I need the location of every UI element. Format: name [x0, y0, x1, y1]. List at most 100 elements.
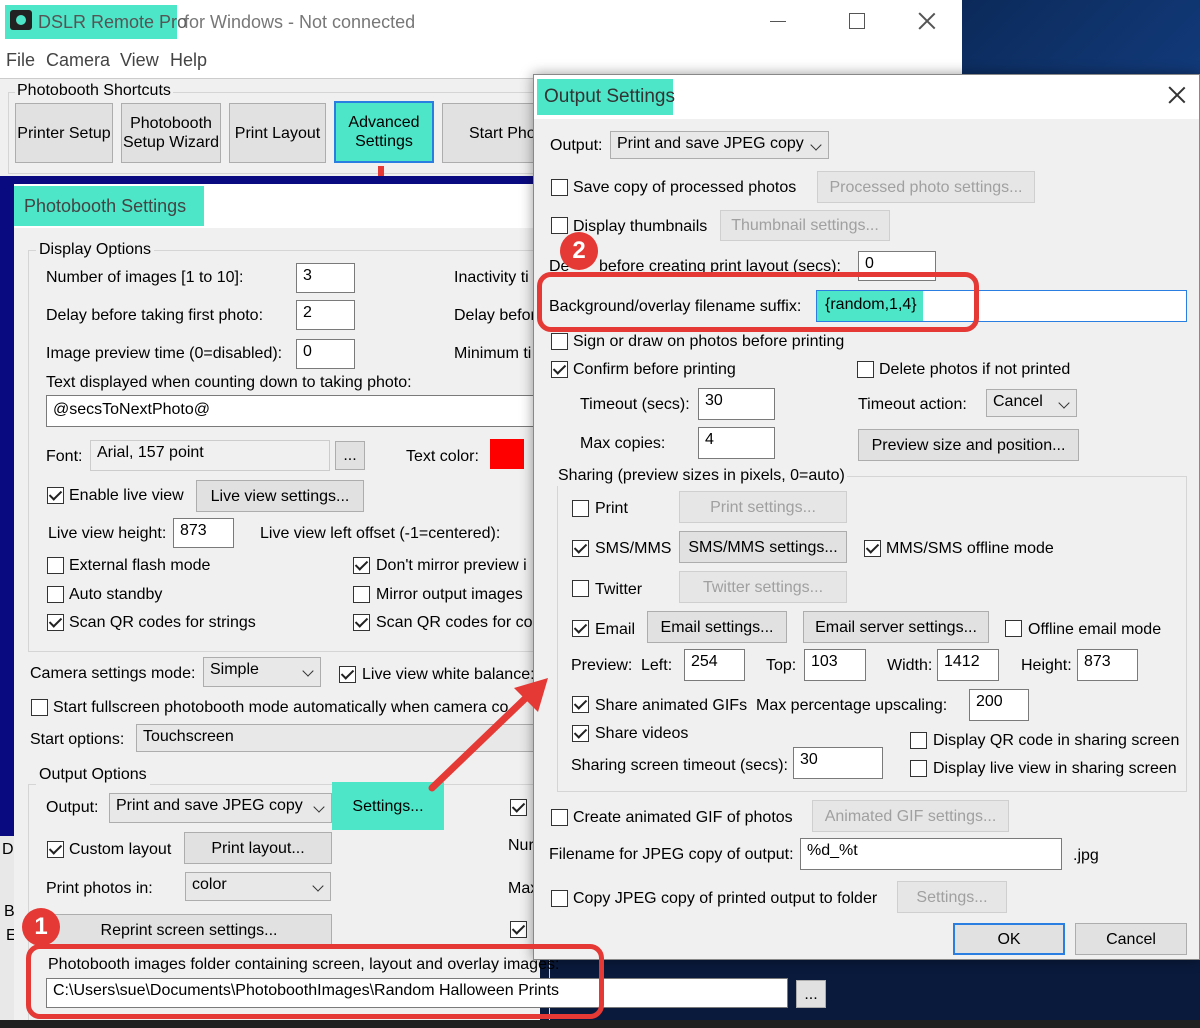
create-gif-checkbox[interactable] [551, 809, 568, 826]
menu-help[interactable]: Help [170, 50, 207, 70]
output-dropdown[interactable]: Print and save JPEG copy [109, 793, 332, 823]
text-color-swatch[interactable] [490, 439, 524, 469]
sharing-timeout-input[interactable]: 30 [793, 747, 883, 779]
font-browse-button[interactable]: ... [335, 441, 365, 470]
filename-input[interactable]: %d_%t [800, 838, 1062, 870]
copy-settings-button[interactable]: Settings... [897, 881, 1007, 913]
print-layout-button[interactable]: Print Layout [229, 103, 326, 163]
mirror-output-checkbox[interactable] [353, 586, 370, 603]
right-checkbox-1[interactable] [510, 799, 527, 816]
display-options-label: Display Options [36, 240, 155, 260]
display-live-checkbox[interactable] [910, 760, 927, 777]
display-qr-checkbox[interactable] [910, 732, 927, 749]
menu-camera[interactable]: Camera [46, 50, 110, 70]
start-fullscreen-checkbox[interactable] [31, 699, 48, 716]
text-color-label: Text color: [406, 448, 479, 465]
sms-offline-label: MMS/SMS offline mode [886, 540, 1054, 557]
twitter-checkbox[interactable] [572, 580, 589, 597]
timeout-action-dropdown[interactable]: Cancel [986, 389, 1077, 417]
print-label: Print [595, 500, 628, 517]
email-checkbox[interactable] [572, 620, 589, 637]
maximize-icon[interactable] [849, 13, 865, 29]
custom-layout-checkbox[interactable] [47, 841, 64, 858]
email-server-settings-button[interactable]: Email server settings... [803, 611, 989, 643]
dialog-close-icon[interactable] [1166, 84, 1188, 106]
arrow-to-dialog-annotation [428, 678, 548, 792]
chevron-down-icon [312, 880, 324, 892]
processed-photo-settings-button[interactable]: Processed photo settings... [817, 171, 1035, 203]
external-flash-checkbox[interactable] [47, 557, 64, 574]
start-options-value: Touchscreen [143, 728, 234, 745]
sign-draw-checkbox[interactable] [551, 333, 568, 350]
delay-first-input[interactable]: 2 [296, 300, 355, 330]
preview-size-button[interactable]: Preview size and position... [858, 429, 1079, 461]
ok-button[interactable]: OK [953, 923, 1065, 955]
num-images-input[interactable]: 3 [296, 263, 355, 293]
sms-offline-checkbox[interactable] [864, 540, 881, 557]
height-input[interactable]: 873 [1077, 649, 1138, 681]
live-view-settings-button[interactable]: Live view settings... [196, 480, 364, 512]
printer-setup-button[interactable]: Printer Setup [15, 103, 113, 163]
start-photobooth-button[interactable]: Start Pho [442, 103, 540, 163]
height-label: Height: [1021, 657, 1072, 674]
left-input[interactable]: 254 [684, 649, 745, 681]
minimize-icon[interactable] [770, 21, 786, 22]
live-view-height-input[interactable]: 873 [173, 518, 234, 548]
os-output-label: Output: [550, 137, 603, 154]
twitter-settings-button[interactable]: Twitter settings... [679, 571, 847, 603]
timeout-input[interactable]: 30 [698, 388, 775, 420]
max-copies-label: Max copies: [580, 435, 666, 452]
animated-gif-settings-button[interactable]: Animated GIF settings... [812, 800, 1009, 832]
print-photos-dropdown[interactable]: color [185, 872, 331, 901]
dont-mirror-checkbox[interactable] [353, 557, 370, 574]
close-icon[interactable] [916, 10, 938, 32]
live-view-wb-checkbox[interactable] [339, 666, 356, 683]
delete-not-printed-checkbox[interactable] [857, 361, 874, 378]
dont-mirror-label: Don't mirror preview i [376, 557, 527, 574]
print-settings-button[interactable]: Print settings... [679, 491, 847, 523]
sms-checkbox[interactable] [572, 540, 589, 557]
share-videos-checkbox[interactable] [572, 725, 589, 742]
menu-file[interactable]: File [6, 50, 35, 70]
auto-standby-checkbox[interactable] [47, 586, 64, 603]
os-output-dropdown[interactable]: Print and save JPEG copy [610, 131, 829, 159]
max-copies-input[interactable]: 4 [698, 427, 775, 459]
top-input[interactable]: 103 [804, 649, 866, 681]
countdown-input[interactable]: @secsToNextPhoto@ [46, 395, 540, 427]
print-layout-options-button[interactable]: Print layout... [184, 832, 332, 864]
print-photos-label: Print photos in: [46, 880, 153, 897]
share-gifs-checkbox[interactable] [572, 696, 589, 713]
left-edge-strip [0, 176, 14, 836]
scan-qr-con-checkbox[interactable] [353, 614, 370, 631]
cancel-button[interactable]: Cancel [1075, 923, 1187, 955]
scan-qr-checkbox[interactable] [47, 614, 64, 631]
preview-time-input[interactable]: 0 [296, 339, 355, 369]
chevron-down-icon [302, 665, 314, 677]
photobooth-setup-wizard-button[interactable]: Photobooth Setup Wizard [121, 103, 221, 163]
folder-browse-button[interactable]: ... [796, 980, 826, 1008]
max-upscale-label: Max percentage upscaling: [756, 697, 948, 714]
thumbnail-settings-button[interactable]: Thumbnail settings... [720, 210, 890, 241]
sms-settings-button[interactable]: SMS/MMS settings... [679, 531, 847, 563]
advanced-settings-button[interactable]: Advanced Settings [334, 101, 434, 163]
confirm-print-checkbox[interactable] [551, 361, 568, 378]
save-copy-checkbox[interactable] [551, 179, 568, 196]
reprint-screen-settings-button[interactable]: Reprint screen settings... [46, 914, 332, 946]
enable-live-view-checkbox[interactable] [47, 487, 64, 504]
font-input[interactable]: Arial, 157 point [90, 440, 330, 471]
email-label: Email [595, 621, 636, 638]
print-checkbox[interactable] [572, 500, 589, 517]
display-thumbnails-checkbox[interactable] [551, 217, 568, 234]
camera-mode-dropdown[interactable]: Simple [203, 657, 321, 687]
sign-draw-label: Sign or draw on photos before printing [573, 333, 845, 350]
email-settings-button[interactable]: Email settings... [647, 611, 787, 643]
annotation-box-2 [537, 272, 979, 332]
max-upscale-input[interactable]: 200 [969, 689, 1029, 721]
right-checkbox-2[interactable] [510, 921, 527, 938]
left-label: Left: [641, 657, 673, 674]
width-input[interactable]: 1412 [937, 649, 999, 681]
copy-jpeg-checkbox[interactable] [551, 890, 568, 907]
menu-view[interactable]: View [120, 50, 159, 70]
offline-email-checkbox[interactable] [1005, 620, 1022, 637]
shortcuts-group-label: Photobooth Shortcuts [15, 81, 173, 101]
